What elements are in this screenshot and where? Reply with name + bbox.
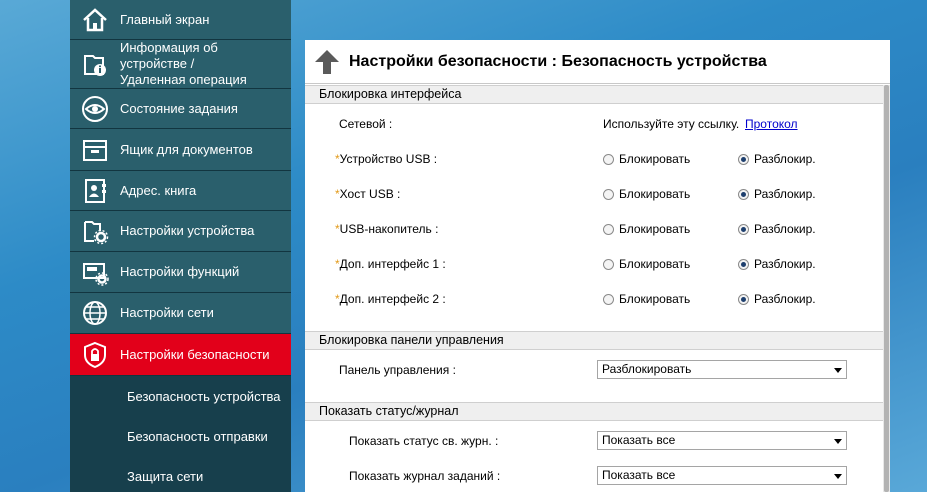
job-log-label: Показать журнал заданий :: [349, 469, 501, 483]
usb-device-lock-radio[interactable]: Блокировать: [603, 152, 690, 166]
sidebar-item-security-settings[interactable]: Настройки безопасности: [70, 334, 291, 376]
back-arrow-icon[interactable]: [305, 40, 349, 84]
radio-button[interactable]: [738, 223, 749, 235]
optional-interface-2-lock-radio[interactable]: Блокировать: [603, 292, 690, 306]
control-panel-label: Панель управления :: [339, 363, 456, 377]
sidebar-item-network-settings[interactable]: Настройки сети: [70, 293, 291, 334]
sidebar-item-device-settings[interactable]: Настройки устройства: [70, 211, 291, 252]
radio-label: Разблокир.: [754, 292, 816, 306]
interface-row-label: *Доп. интерфейс 1 :: [335, 257, 446, 271]
usb-host-lock-radio[interactable]: Блокировать: [603, 187, 690, 201]
chevron-down-icon: [834, 439, 842, 444]
radio-button[interactable]: [738, 258, 749, 270]
page-title: Настройки безопасности : Безопасность ус…: [349, 52, 767, 70]
device-settings-icon: [70, 211, 120, 251]
section-header-interface-lock: Блокировка интерфейса: [305, 85, 883, 104]
sidebar-subitem-network-security[interactable]: Защита сети: [70, 456, 291, 492]
radio-label: Разблокир.: [754, 152, 816, 166]
radio-button[interactable]: [603, 153, 614, 165]
status-log-select[interactable]: Показать все: [597, 431, 847, 450]
sidebar-item-label: Настройки устройства: [120, 223, 255, 238]
optional-interface-1-lock-radio[interactable]: Блокировать: [603, 257, 690, 271]
sidebar-item-document-box[interactable]: Ящик для документов: [70, 129, 291, 171]
address-book-icon: [70, 171, 120, 210]
usb-drive-label: USB-накопитель :: [339, 222, 439, 236]
content-panel: Настройки безопасности : Безопасность ус…: [305, 40, 890, 492]
radio-button[interactable]: [738, 188, 749, 200]
network-text: Используйте эту ссылку.: [603, 117, 740, 131]
job-log-select[interactable]: Показать все: [597, 466, 847, 485]
page-header: Настройки безопасности : Безопасность ус…: [305, 40, 890, 84]
radio-button[interactable]: [603, 293, 614, 305]
optional-interface-2-unlock-radio[interactable]: Разблокир.: [738, 292, 816, 306]
radio-button[interactable]: [603, 223, 614, 235]
sidebar: Главный экран Информация об устройстве /…: [70, 0, 291, 492]
sidebar-item-label: Настройки безопасности: [120, 346, 270, 362]
interface-row-label: *Хост USB :: [335, 187, 400, 201]
select-value: Показать все: [602, 433, 676, 447]
radio-label: Блокировать: [619, 292, 691, 306]
globe-icon: [70, 293, 120, 333]
shield-icon: [70, 334, 120, 375]
sidebar-item-label: Настройки функций: [120, 264, 240, 279]
section-header-status-log: Показать статус/журнал: [305, 402, 883, 421]
usb-drive-lock-radio[interactable]: Блокировать: [603, 222, 690, 236]
sidebar-item-label: Информация об устройстве / Удаленная опе…: [120, 40, 247, 87]
sidebar-item-label: Главный экран: [120, 11, 210, 27]
optional-interface-2-label: Доп. интерфейс 2 :: [339, 292, 446, 306]
usb-host-label: Хост USB :: [339, 187, 401, 201]
status-log-label: Показать статус св. журн. :: [349, 434, 499, 448]
optional-interface-1-unlock-radio[interactable]: Разблокир.: [738, 257, 816, 271]
radio-button[interactable]: [603, 258, 614, 270]
radio-label: Блокировать: [619, 152, 691, 166]
document-box-icon: [70, 129, 120, 170]
sidebar-item-home[interactable]: Главный экран: [70, 0, 291, 40]
radio-label: Блокировать: [619, 257, 691, 271]
control-panel-select[interactable]: Разблокировать: [597, 360, 847, 379]
radio-label: Блокировать: [619, 187, 691, 201]
network-label: Сетевой :: [339, 117, 393, 131]
interface-row-label: *Устройство USB :: [335, 152, 437, 166]
radio-label: Разблокир.: [754, 187, 816, 201]
usb-drive-unlock-radio[interactable]: Разблокир.: [738, 222, 816, 236]
home-icon: [70, 0, 120, 39]
radio-label: Разблокир.: [754, 222, 816, 236]
radio-button[interactable]: [603, 188, 614, 200]
protocol-link[interactable]: Протокол: [745, 117, 798, 131]
eye-icon: [70, 89, 120, 128]
radio-label: Разблокир.: [754, 257, 816, 271]
optional-interface-1-label: Доп. интерфейс 1 :: [339, 257, 446, 271]
sidebar-item-function-settings[interactable]: Настройки функций: [70, 252, 291, 293]
sidebar-item-label: Ящик для документов: [120, 141, 253, 157]
sidebar-item-label: Адрес. книга: [120, 182, 197, 198]
radio-button[interactable]: [738, 153, 749, 165]
usb-host-unlock-radio[interactable]: Разблокир.: [738, 187, 816, 201]
interface-row-label: *USB-накопитель :: [335, 222, 438, 236]
chevron-down-icon: [834, 474, 842, 479]
radio-label: Блокировать: [619, 222, 691, 236]
sidebar-subitem-device-security[interactable]: Безопасность устройства: [70, 376, 291, 416]
select-value: Показать все: [602, 468, 676, 482]
function-settings-icon: [70, 252, 120, 292]
sidebar-item-address-book[interactable]: Адрес. книга: [70, 171, 291, 211]
usb-device-label: Устройство USB :: [339, 152, 438, 166]
sidebar-item-job-status[interactable]: Состояние задания: [70, 89, 291, 129]
chevron-down-icon: [834, 368, 842, 373]
interface-row-label: *Доп. интерфейс 2 :: [335, 292, 446, 306]
sidebar-item-label: Состояние задания: [120, 100, 238, 116]
vertical-scrollbar[interactable]: [883, 85, 890, 492]
select-value: Разблокировать: [602, 362, 692, 376]
section-header-panel-lock: Блокировка панели управления: [305, 331, 883, 350]
device-info-icon: [70, 40, 120, 88]
sidebar-subitem-send-security[interactable]: Безопасность отправки: [70, 416, 291, 456]
scrollbar-thumb[interactable]: [884, 85, 889, 492]
radio-button[interactable]: [738, 293, 749, 305]
sidebar-item-label: Настройки сети: [120, 305, 214, 320]
usb-device-unlock-radio[interactable]: Разблокир.: [738, 152, 816, 166]
sidebar-item-device-info[interactable]: Информация об устройстве / Удаленная опе…: [70, 40, 291, 89]
